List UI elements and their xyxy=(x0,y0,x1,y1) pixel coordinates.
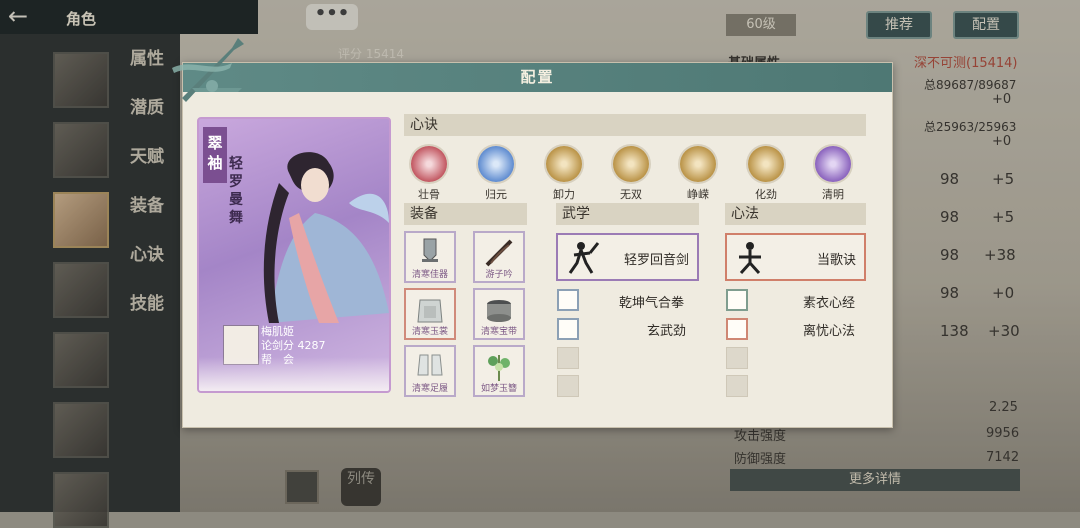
instrument-icon xyxy=(485,239,513,267)
xinfa-main-slot[interactable]: 当歌诀 xyxy=(725,233,866,281)
sword-decoration-icon xyxy=(172,38,244,102)
equip-slot-armor[interactable]: 清寒玉裳 xyxy=(404,288,456,340)
card-name-tag: 翠袖 xyxy=(203,127,227,183)
xinfa-sub-name: 离忧心法 xyxy=(803,324,856,339)
belt-icon xyxy=(487,300,511,322)
empty-slot[interactable] xyxy=(726,375,748,397)
xinjue-orb-zhuanggu-icon[interactable] xyxy=(411,146,447,182)
wuxue-main-slot[interactable]: 轻罗回音剑 xyxy=(556,233,699,281)
hairpin-icon xyxy=(488,355,510,381)
xinfa-header: 心法 xyxy=(725,203,866,225)
xinjue-label: 清明 xyxy=(822,188,844,201)
xinfa-sub-name: 素衣心经 xyxy=(803,296,856,311)
armor-icon xyxy=(417,299,443,323)
equip-label: 如梦玉簪 xyxy=(480,384,517,394)
equip-slot-weapon[interactable]: 清寒佳器 xyxy=(404,231,456,283)
empty-slot[interactable] xyxy=(557,347,579,369)
card-subtitle: 轻罗曼舞 xyxy=(229,156,243,226)
wuxue-sub-name: 乾坤气合拳 xyxy=(619,296,685,311)
equip-slot-accessory[interactable]: 游子吟 xyxy=(473,231,525,283)
palm-skill-icon[interactable] xyxy=(557,318,579,340)
xinfa-skill-icon[interactable] xyxy=(726,289,748,311)
xinfa-skill-icon[interactable] xyxy=(726,318,748,340)
xinjue-orb-huajin-icon[interactable] xyxy=(748,146,784,182)
equip-label: 游子吟 xyxy=(485,270,513,280)
xinjue-label: 化劲 xyxy=(755,188,777,201)
weapon-icon xyxy=(422,238,438,262)
equip-label: 清寒宝带 xyxy=(480,327,517,337)
xinjue-label: 峥嵘 xyxy=(687,188,709,201)
equip-label: 清寒玉裳 xyxy=(411,327,448,337)
xinjue-orb-qingming-icon[interactable] xyxy=(815,146,851,182)
boots-icon xyxy=(417,354,443,376)
xinfa-main-name: 当歌诀 xyxy=(816,253,856,268)
dialog-title: 配置 xyxy=(183,63,892,92)
wuxue-header: 武学 xyxy=(556,203,699,225)
character-portrait-icon xyxy=(263,152,389,323)
meditation-figure-icon xyxy=(739,242,761,275)
empty-slot[interactable] xyxy=(557,375,579,397)
equip-slot-belt[interactable]: 清寒宝带 xyxy=(473,288,525,340)
card-footer xyxy=(199,357,389,391)
xinjue-label: 壮骨 xyxy=(418,188,440,201)
equipment-header: 装备 xyxy=(404,203,527,225)
character-card: 翠袖 轻罗曼舞 梅肌姬 论剑分 4287 帮 会 xyxy=(197,117,391,393)
xinjue-orb-xieli-icon[interactable] xyxy=(546,146,582,182)
wuxue-sub-name: 玄武劲 xyxy=(647,324,687,339)
equip-slot-hairpin[interactable]: 如梦玉簪 xyxy=(473,345,525,397)
empty-slot[interactable] xyxy=(726,347,748,369)
xinjue-orb-zhengrong-icon[interactable] xyxy=(680,146,716,182)
fist-skill-icon[interactable] xyxy=(557,289,579,311)
owner-score: 论剑分 4287 xyxy=(261,339,326,352)
xinjue-orb-guiyuan-icon[interactable] xyxy=(478,146,514,182)
xinjue-orb-wushuang-icon[interactable] xyxy=(613,146,649,182)
equip-slot-boots[interactable]: 清寒足履 xyxy=(404,345,456,397)
martial-figure-icon xyxy=(568,242,600,274)
wuxue-main-name: 轻罗回音剑 xyxy=(623,253,689,268)
xinjue-label: 卸力 xyxy=(553,188,575,201)
xinjue-label: 无双 xyxy=(620,188,642,201)
equip-label: 清寒足履 xyxy=(411,384,448,394)
xinjue-label: 归元 xyxy=(485,188,507,201)
xinjue-header: 心诀 xyxy=(404,114,866,136)
owner-name: 梅肌姬 xyxy=(261,325,294,338)
equip-label: 清寒佳器 xyxy=(411,270,448,280)
